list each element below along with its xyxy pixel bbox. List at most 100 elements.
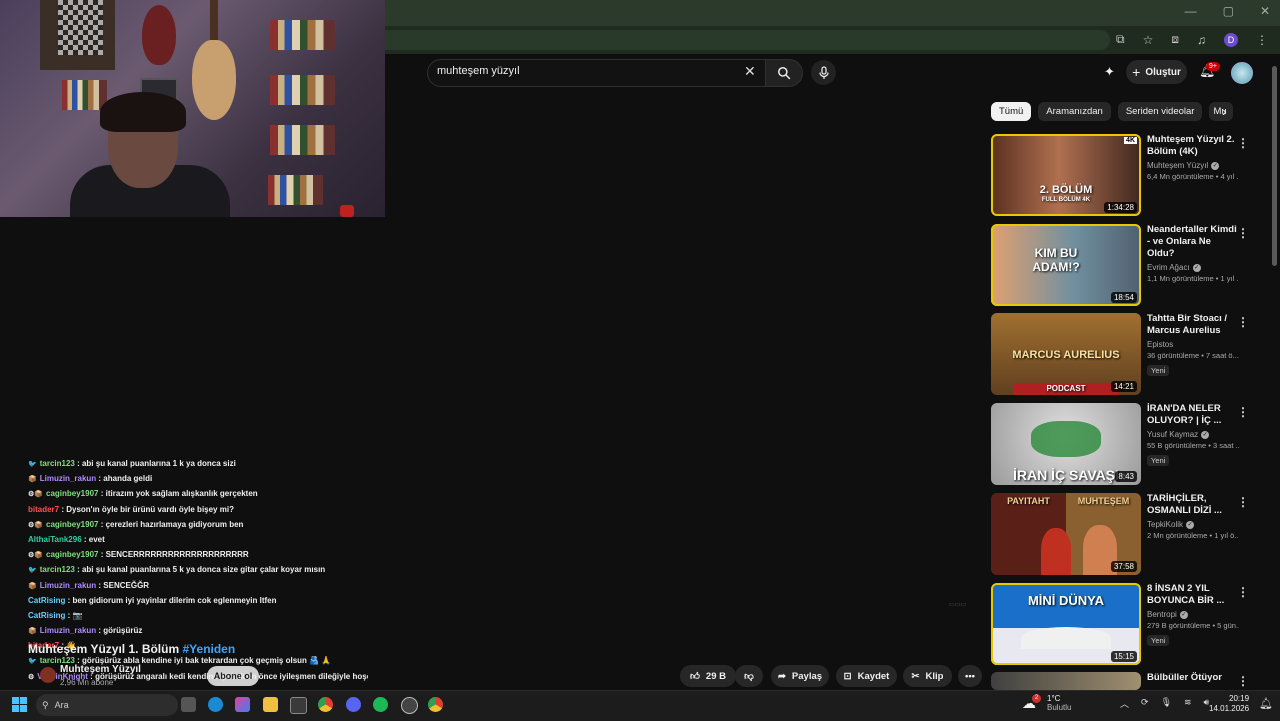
video-thumbnail[interactable]: PAYITAHT MUHTEŞEM 37:58 bbox=[991, 493, 1141, 575]
video-title[interactable]: Bülbüller Ötüyor bbox=[1147, 672, 1239, 684]
more-options-icon[interactable]: ⋮ bbox=[1237, 585, 1249, 599]
channel-name[interactable]: Muhteşem Yüzyıl bbox=[1147, 161, 1208, 170]
wifi-icon[interactable]: ≋ bbox=[1184, 697, 1192, 710]
chat-username[interactable]: tarcin123 bbox=[40, 565, 75, 574]
chrome-profile-icon[interactable] bbox=[428, 697, 443, 712]
video-title[interactable]: Muhteşem Yüzyıl 2. Bölüm (4K) bbox=[1147, 134, 1239, 158]
more-options-icon[interactable]: ⋮ bbox=[1237, 136, 1249, 150]
video-thumbnail[interactable]: MARCUS AURELIUS PODCAST 14:21 bbox=[991, 313, 1141, 395]
video-channel-name[interactable]: Muhteşem Yüzyıl bbox=[60, 664, 141, 675]
file-explorer-icon[interactable] bbox=[263, 697, 278, 712]
recommendation-item[interactable]: 4K 2. BÖLÜM FULL BÖLÜM 4K 1:34:28 Muhteş… bbox=[991, 134, 1251, 216]
scrollbar-thumb[interactable] bbox=[1272, 66, 1277, 266]
weather-widget[interactable]: ☁ 2 1°C Bulutlu bbox=[1022, 693, 1071, 712]
4k-badge: 4K bbox=[1124, 137, 1137, 144]
notification-center-icon[interactable]: 🔔︎ bbox=[1259, 697, 1273, 710]
chat-username[interactable]: caginbey1907 bbox=[46, 520, 98, 529]
save-button[interactable]: ⊡ Kaydet bbox=[836, 665, 897, 687]
chat-username[interactable]: Limuzin_rakun bbox=[40, 581, 96, 590]
chip-all[interactable]: Tümü bbox=[991, 102, 1032, 121]
recommendation-item[interactable]: KIM BU ADAM!? 18:54 Neandertaller Kimdi … bbox=[991, 224, 1251, 306]
chat-username[interactable]: caginbey1907 bbox=[46, 550, 98, 559]
create-button[interactable]: + Oluştur bbox=[1126, 60, 1187, 84]
more-options-icon[interactable]: ⋮ bbox=[1237, 315, 1249, 329]
like-button[interactable]: 👍︎ 29 B bbox=[680, 665, 736, 687]
recommendation-item[interactable]: Bülbüller Ötüyor ⋮ bbox=[991, 672, 1251, 690]
clock-time: 20:19 bbox=[1229, 694, 1250, 703]
clear-search-icon[interactable]: ✕ bbox=[744, 63, 756, 80]
clock[interactable]: 20:19 14.01.2026 bbox=[1209, 694, 1249, 714]
share-button[interactable]: ➦ Paylaş bbox=[771, 665, 829, 687]
video-thumbnail[interactable] bbox=[991, 672, 1141, 690]
sync-icon[interactable]: ⟳ bbox=[1141, 697, 1149, 710]
chat-username[interactable]: CatRising bbox=[28, 611, 65, 620]
video-title[interactable]: Neandertaller Kimdi - ve Onlara Ne Oldu? bbox=[1147, 224, 1239, 260]
chat-username[interactable]: Limuzin_rakun bbox=[40, 474, 96, 483]
edge-browser-icon[interactable] bbox=[208, 697, 223, 712]
chip-from-search[interactable]: Aramanızdan bbox=[1038, 102, 1111, 121]
chevron-up-icon[interactable]: ︿ bbox=[1120, 697, 1129, 710]
spotify-icon[interactable] bbox=[373, 697, 388, 712]
recommendation-item[interactable]: MARCUS AURELIUS PODCAST 14:21 Tahtta Bir… bbox=[991, 313, 1251, 395]
video-thumbnail[interactable]: MİNİ DÜNYA 15:15 bbox=[991, 583, 1141, 665]
recommendation-item[interactable]: PAYITAHT MUHTEŞEM 37:58 TARİHÇİLER, OSMA… bbox=[991, 493, 1251, 575]
bookmark-star-icon[interactable]: ☆ bbox=[1143, 33, 1154, 47]
channel-name[interactable]: Yusuf Kaymaz bbox=[1147, 430, 1198, 439]
obs-icon[interactable] bbox=[401, 697, 418, 714]
install-app-icon[interactable]: ⧉ bbox=[1116, 32, 1125, 47]
chrome-icon[interactable] bbox=[318, 697, 333, 712]
more-actions-button[interactable]: ••• bbox=[958, 665, 982, 687]
chat-username[interactable]: CatRising bbox=[28, 596, 65, 605]
maximize-button[interactable]: ▢ bbox=[1223, 4, 1234, 18]
task-view-icon[interactable] bbox=[181, 697, 196, 712]
video-thumbnail[interactable]: 4K 2. BÖLÜM FULL BÖLÜM 4K 1:34:28 bbox=[991, 134, 1141, 216]
video-title[interactable]: 8 İNSAN 2 YIL BOYUNCA BİR ... bbox=[1147, 583, 1239, 607]
video-thumbnail[interactable]: KIM BU ADAM!? 18:54 bbox=[991, 224, 1141, 306]
chat-username[interactable]: bitader7 bbox=[28, 505, 59, 514]
more-options-icon[interactable]: ⋮ bbox=[1237, 674, 1249, 688]
video-title[interactable]: İRAN'DA NELER OLUYOR? | İÇ ... bbox=[1147, 403, 1239, 427]
discord-icon[interactable] bbox=[346, 697, 361, 712]
chat-text: evet bbox=[88, 534, 105, 544]
microphone-icon[interactable]: 🎙︎ bbox=[1161, 697, 1172, 710]
taskbar-search[interactable]: ⚲ Ara bbox=[36, 694, 178, 716]
video-thumbnail[interactable]: İRAN İÇ SAVAŞI 8:43 bbox=[991, 403, 1141, 485]
user-avatar[interactable] bbox=[1231, 62, 1253, 84]
more-options-icon[interactable]: ⋮ bbox=[1237, 226, 1249, 240]
clip-button[interactable]: ✂ Klip bbox=[903, 665, 952, 687]
channel-name[interactable]: Bentropi bbox=[1147, 610, 1177, 619]
browser-menu-icon[interactable]: ⋮ bbox=[1256, 33, 1268, 47]
minimize-button[interactable]: — bbox=[1185, 4, 1197, 18]
chip-from-series[interactable]: Seriden videolar bbox=[1117, 102, 1203, 121]
channel-avatar[interactable] bbox=[40, 667, 56, 683]
recommendation-item[interactable]: MİNİ DÜNYA 15:15 8 İNSAN 2 YIL BOYUNCA B… bbox=[991, 583, 1251, 665]
subscribe-button[interactable]: Abone ol bbox=[207, 666, 259, 686]
channel-name[interactable]: Evrim Ağacı bbox=[1147, 263, 1190, 272]
profile-avatar[interactable]: D bbox=[1224, 32, 1238, 47]
chat-username[interactable]: AlthaiTank296 bbox=[28, 535, 82, 544]
extensions-icon[interactable]: ⧈ bbox=[1171, 32, 1179, 47]
hashtag-link[interactable]: #Yeniden bbox=[183, 642, 236, 656]
close-button[interactable]: ✕ bbox=[1260, 4, 1270, 18]
chevron-right-icon[interactable]: › bbox=[1222, 103, 1227, 119]
media-control-icon[interactable]: ♫ bbox=[1197, 33, 1206, 47]
chat-separator: : bbox=[74, 565, 82, 575]
voice-search-button[interactable] bbox=[811, 60, 836, 85]
gemini-icon[interactable]: ✦ bbox=[1104, 64, 1115, 80]
chat-username[interactable]: caginbey1907 bbox=[46, 489, 98, 498]
store-icon[interactable] bbox=[290, 697, 307, 714]
channel-name[interactable]: Epistos bbox=[1147, 340, 1173, 349]
copilot-icon[interactable] bbox=[235, 697, 250, 712]
chat-username[interactable]: tarcin123 bbox=[40, 459, 75, 468]
dislike-button[interactable]: 👎︎ bbox=[735, 665, 763, 687]
address-bar[interactable] bbox=[385, 30, 1110, 50]
recommendation-item[interactable]: İRAN İÇ SAVAŞI 8:43 İRAN'DA NELER OLUYOR… bbox=[991, 403, 1251, 485]
more-options-icon[interactable]: ⋮ bbox=[1237, 405, 1249, 419]
windows-start-icon[interactable] bbox=[12, 697, 27, 712]
more-options-icon[interactable]: ⋮ bbox=[1237, 495, 1249, 509]
video-title[interactable]: Tahtta Bir Stoacı / Marcus Aurelius bbox=[1147, 313, 1239, 337]
channel-name[interactable]: TepkiKolik bbox=[1147, 520, 1183, 529]
chat-username[interactable]: Limuzin_rakun bbox=[40, 626, 96, 635]
search-button[interactable] bbox=[765, 59, 803, 87]
video-title[interactable]: TARİHÇİLER, OSMANLI DİZİ ... bbox=[1147, 493, 1239, 517]
